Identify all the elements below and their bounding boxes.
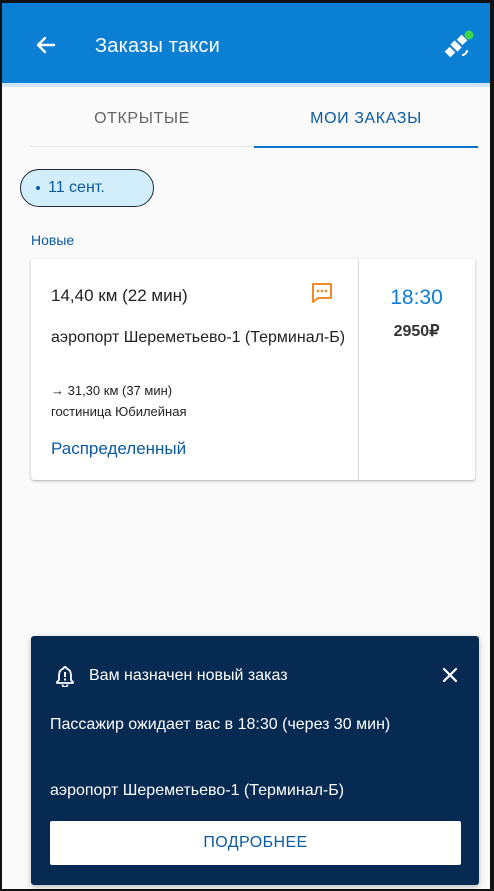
new-order-notification: Вам назначен новый заказ Пассажир ожидае… [31,636,479,885]
pickup-address: аэропорт Шереметьево-1 (Терминал-Б) [51,329,346,346]
satellite-icon [444,30,474,58]
date-filter-chip[interactable]: 11 сент. [20,169,154,207]
chat-icon [312,283,332,303]
order-time: 18:30 [390,286,443,309]
gps-status-button[interactable] [440,27,476,63]
destination-address: гостиница Юбилейная [51,404,187,419]
date-chip-label: 11 сент. [48,179,105,196]
back-button[interactable] [30,29,62,61]
pickup-distance: 14,40 км (22 мин) [51,286,188,305]
order-card[interactable]: 14,40 км (22 мин) аэропорт Шереметьево-1… [31,259,475,480]
page-title: Заказы такси [95,35,220,57]
bell-icon [56,666,74,687]
close-icon [442,667,458,683]
notification-title: Вам назначен новый заказ [89,667,288,684]
tab-my-orders[interactable]: МОИ ЗАКАЗЫ [254,91,478,147]
notification-message: Пассажир ожидает вас в 18:30 (через 30 м… [50,716,391,733]
app-bar: Заказы такси [2,3,490,87]
close-notification-button[interactable] [435,660,465,690]
chat-button[interactable] [310,281,334,305]
order-tabs: ОТКРЫТЫЕ МОИ ЗАКАЗЫ [30,91,478,148]
order-price: 2950₽ [393,323,440,340]
route-distance: → 31,30 км (37 мин) [51,383,173,398]
app-screen: Заказы такси ОТКРЫТЫЕ МОИ ЗАКАЗЫ 11 сент… [0,0,494,891]
notification-address: аэропорт Шереметьево-1 (Терминал-Б) [50,782,345,799]
arrow-left-icon [36,36,56,54]
order-status: Распределенный [51,439,187,458]
active-tab-indicator [254,146,478,148]
section-heading: Новые [31,232,75,248]
bullet-icon [36,186,40,190]
details-button[interactable]: ПОДРОБНЕЕ [50,821,461,865]
tab-open[interactable]: ОТКРЫТЫЕ [30,91,254,147]
